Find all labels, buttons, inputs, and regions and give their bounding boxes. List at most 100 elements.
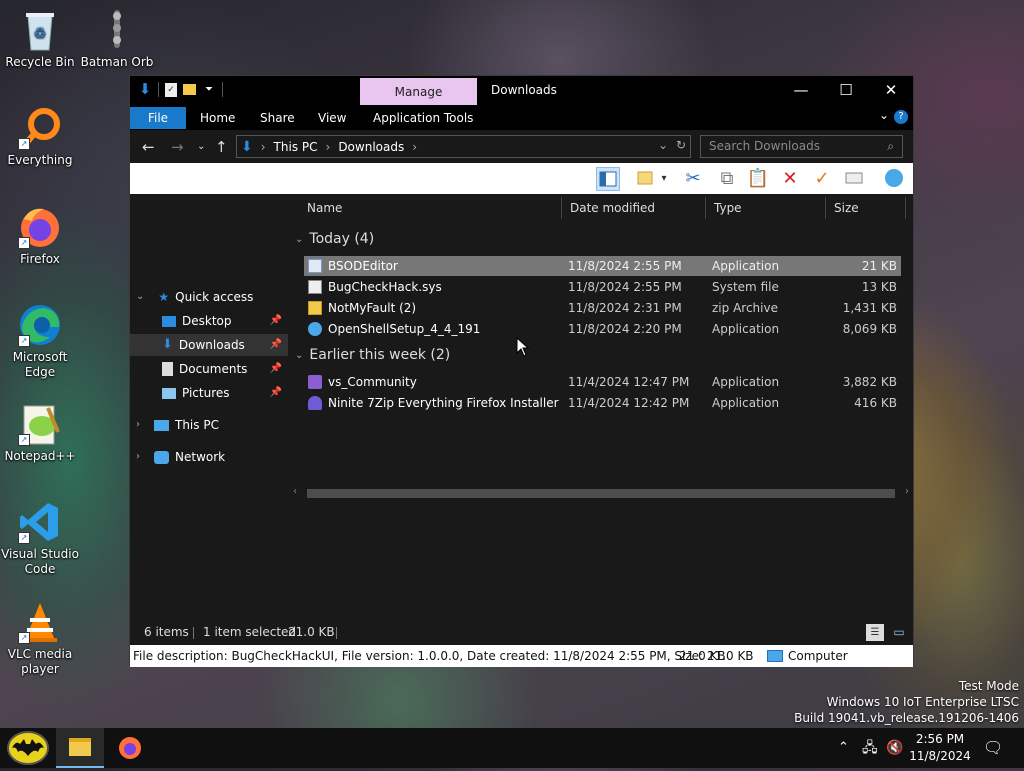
tab-share[interactable]: Share xyxy=(252,107,303,129)
address-dropdown-icon[interactable]: ⌄ xyxy=(658,138,668,152)
details-view-icon[interactable]: ☰ xyxy=(866,624,884,641)
chevron-down-icon[interactable]: ⌄ xyxy=(136,286,144,308)
navigation-pane-icon[interactable] xyxy=(596,167,620,191)
nav-item-desktop[interactable]: Desktop 📌 xyxy=(130,310,288,332)
desktop-icon-vlc[interactable]: ↗ VLC media player xyxy=(0,600,80,677)
file-name: NotMyFault (2) xyxy=(328,301,417,315)
recent-locations-icon[interactable]: ⌄ xyxy=(197,141,205,152)
test-mode-watermark: Test Mode Windows 10 IoT Enterprise LTSC… xyxy=(794,678,1019,726)
desktop-icon-label: Microsoft Edge xyxy=(12,350,68,379)
desktop-icon-notepadpp[interactable]: ↗ Notepad++ xyxy=(0,402,80,464)
details-bar: File description: BugCheckHackUI, File v… xyxy=(130,645,913,667)
minimize-button[interactable]: — xyxy=(778,76,824,105)
desktop-icon-recycle-bin[interactable]: ♻ Recycle Bin xyxy=(0,8,80,70)
taskbar-firefox[interactable] xyxy=(106,728,154,768)
watermark-line: Test Mode xyxy=(958,679,1019,693)
maximize-button[interactable]: ☐ xyxy=(823,76,869,105)
tab-view[interactable]: View xyxy=(310,107,354,129)
new-folder-icon[interactable] xyxy=(183,84,196,95)
desktop-icon-everything[interactable]: ↗ Everything xyxy=(0,106,80,168)
properties-icon[interactable] xyxy=(842,167,866,191)
nav-item-pictures[interactable]: Pictures 📌 xyxy=(130,382,288,404)
tab-home[interactable]: Home xyxy=(192,107,243,129)
nav-item-downloads[interactable]: ⬇ Downloads 📌 xyxy=(130,334,288,356)
breadcrumb-separator-icon[interactable]: › xyxy=(261,140,266,154)
properties-icon[interactable]: ✓ xyxy=(165,82,177,97)
breadcrumb-downloads[interactable]: Downloads xyxy=(338,140,404,154)
file-row[interactable]: vs_Community 11/4/2024 12:47 PM Applicat… xyxy=(304,372,901,392)
notifications-icon[interactable]: 🗨 xyxy=(983,728,1003,768)
scroll-right-icon[interactable]: › xyxy=(905,486,909,497)
nav-quick-access[interactable]: ⌄ ★ Quick access xyxy=(136,286,253,308)
column-header-name[interactable]: Name xyxy=(299,197,562,219)
expand-ribbon-icon[interactable]: ⌄ xyxy=(879,108,889,122)
computer-icon xyxy=(767,650,783,662)
chevron-down-icon[interactable]: ⌄ xyxy=(295,234,303,245)
desktop-icon-firefox[interactable]: ↗ Firefox xyxy=(0,205,80,267)
rename-icon[interactable]: ✓ xyxy=(810,167,834,191)
clock[interactable]: 2:56 PM 11/8/2024 xyxy=(908,731,972,765)
pin-icon[interactable]: 📌 xyxy=(270,382,282,404)
desktop-icon-batman-orb[interactable]: Batman Orb xyxy=(77,8,157,70)
scrollbar-thumb[interactable] xyxy=(307,489,895,498)
address-bar[interactable]: ⬇ › This PC › Downloads › ⌄ ↻ xyxy=(236,135,691,158)
nav-item-documents[interactable]: Documents 📌 xyxy=(130,358,288,380)
volume-muted-icon[interactable]: 🔇 xyxy=(886,728,903,768)
copy-icon[interactable]: ⧉ xyxy=(715,167,739,191)
column-header-size[interactable]: Size xyxy=(826,197,906,219)
delete-icon[interactable]: ✕ xyxy=(778,167,802,191)
search-placeholder: Search Downloads xyxy=(709,139,820,153)
group-header-earlier-this-week[interactable]: ⌄ Earlier this week (2) xyxy=(295,347,450,363)
start-button[interactable] xyxy=(0,728,56,768)
share-icon[interactable] xyxy=(882,167,906,191)
desktop-icon-microsoft-edge[interactable]: ↗ Microsoft Edge xyxy=(0,303,80,380)
file-date: 11/8/2024 2:55 PM xyxy=(568,280,682,294)
desktop-icon-vscode[interactable]: ↗ Visual Studio Code xyxy=(0,500,80,577)
breadcrumb-separator-icon[interactable]: › xyxy=(326,140,331,154)
forward-arrow-icon[interactable]: → xyxy=(171,138,184,156)
status-selected: 1 item selected xyxy=(203,625,297,639)
pin-icon[interactable]: 📌 xyxy=(270,358,282,380)
view-dropdown-icon[interactable]: ▾ xyxy=(658,167,670,191)
pin-icon[interactable]: 📌 xyxy=(270,334,282,356)
cut-icon[interactable]: ✂ xyxy=(681,167,705,191)
chevron-right-icon[interactable]: › xyxy=(136,414,140,436)
view-options-icon[interactable] xyxy=(634,167,658,191)
refresh-icon[interactable]: ↻ xyxy=(676,138,686,152)
customize-toolbar-icon[interactable]: ⏷ xyxy=(202,82,216,97)
horizontal-scrollbar[interactable]: ‹ › xyxy=(289,486,913,501)
paste-icon[interactable]: 📋 xyxy=(746,167,770,191)
group-header-today[interactable]: ⌄ Today (4) xyxy=(295,231,374,247)
star-icon: ★ xyxy=(158,290,170,304)
file-size: 3,882 KB xyxy=(842,375,897,389)
column-header-type[interactable]: Type xyxy=(706,197,826,219)
chevron-right-icon[interactable]: › xyxy=(136,446,140,468)
tab-file[interactable]: File xyxy=(130,107,186,129)
file-row[interactable]: Ninite 7Zip Everything Firefox Installer… xyxy=(304,393,901,413)
network-status-icon[interactable]: 🖧 xyxy=(862,728,878,768)
search-input[interactable]: Search Downloads ⌕ xyxy=(700,135,903,158)
tab-manage[interactable]: Manage xyxy=(360,78,477,105)
up-arrow-icon[interactable]: ↑ xyxy=(215,138,228,156)
chevron-down-icon[interactable]: ⌄ xyxy=(295,350,303,361)
tab-application-tools[interactable]: Application Tools xyxy=(365,107,481,129)
file-row[interactable]: BugCheckHack.sys 11/8/2024 2:55 PM Syste… xyxy=(304,277,901,297)
file-description: File description: BugCheckHackUI, File v… xyxy=(133,649,754,663)
show-hidden-icons-icon[interactable]: ⌃ xyxy=(838,728,849,768)
back-arrow-icon[interactable]: ← xyxy=(142,138,155,156)
scroll-left-icon[interactable]: ‹ xyxy=(293,486,297,497)
pin-icon[interactable]: 📌 xyxy=(270,310,282,332)
title-bar[interactable]: ⬇ ✓ ⏷ Manage Downloads — ☐ ✕ xyxy=(130,76,913,105)
nav-network[interactable]: › Network xyxy=(136,446,225,468)
close-button[interactable]: ✕ xyxy=(868,76,914,105)
file-row[interactable]: BSODEditor 11/8/2024 2:55 PM Application… xyxy=(304,256,901,276)
nav-this-pc[interactable]: › This PC xyxy=(136,414,219,436)
file-row[interactable]: NotMyFault (2) 11/8/2024 2:31 PM zip Arc… xyxy=(304,298,901,318)
breadcrumb-this-pc[interactable]: This PC xyxy=(274,140,318,154)
column-header-date[interactable]: Date modified xyxy=(562,197,706,219)
file-row[interactable]: OpenShellSetup_4_4_191 11/8/2024 2:20 PM… xyxy=(304,319,901,339)
help-icon[interactable]: ? xyxy=(894,110,908,124)
taskbar-file-explorer[interactable] xyxy=(56,728,104,768)
breadcrumb-separator-icon[interactable]: › xyxy=(412,140,417,154)
large-icons-view-icon[interactable]: ▭ xyxy=(890,624,908,641)
